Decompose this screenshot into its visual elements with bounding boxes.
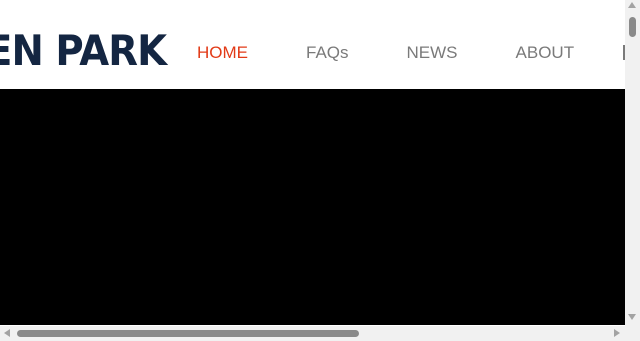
horizontal-scrollbar[interactable] xyxy=(0,326,625,341)
hero-video[interactable] xyxy=(0,89,625,325)
scroll-up-arrow-icon[interactable] xyxy=(628,2,636,8)
scroll-right-arrow-icon[interactable] xyxy=(614,329,620,337)
horizontal-scroll-thumb[interactable] xyxy=(17,330,359,337)
site-header: EN PARK HOME FAQs NEWS ABOUT xyxy=(0,0,625,89)
site-logo[interactable]: EN PARK xyxy=(0,26,167,76)
vertical-scrollbar[interactable] xyxy=(625,0,640,326)
scroll-down-arrow-icon[interactable] xyxy=(628,314,636,320)
nav-home-link[interactable]: HOME xyxy=(197,40,248,66)
scrollbar-corner xyxy=(625,326,640,341)
nav-faqs-link[interactable]: FAQs xyxy=(306,40,349,66)
browser-viewport: EN PARK HOME FAQs NEWS ABOUT xyxy=(0,0,640,341)
nav-news-link[interactable]: NEWS xyxy=(407,40,458,66)
vertical-scroll-thumb[interactable] xyxy=(629,17,636,37)
scroll-left-arrow-icon[interactable] xyxy=(4,329,10,337)
nav-about-link[interactable]: ABOUT xyxy=(516,40,575,66)
main-nav: HOME FAQs NEWS ABOUT xyxy=(197,40,574,66)
